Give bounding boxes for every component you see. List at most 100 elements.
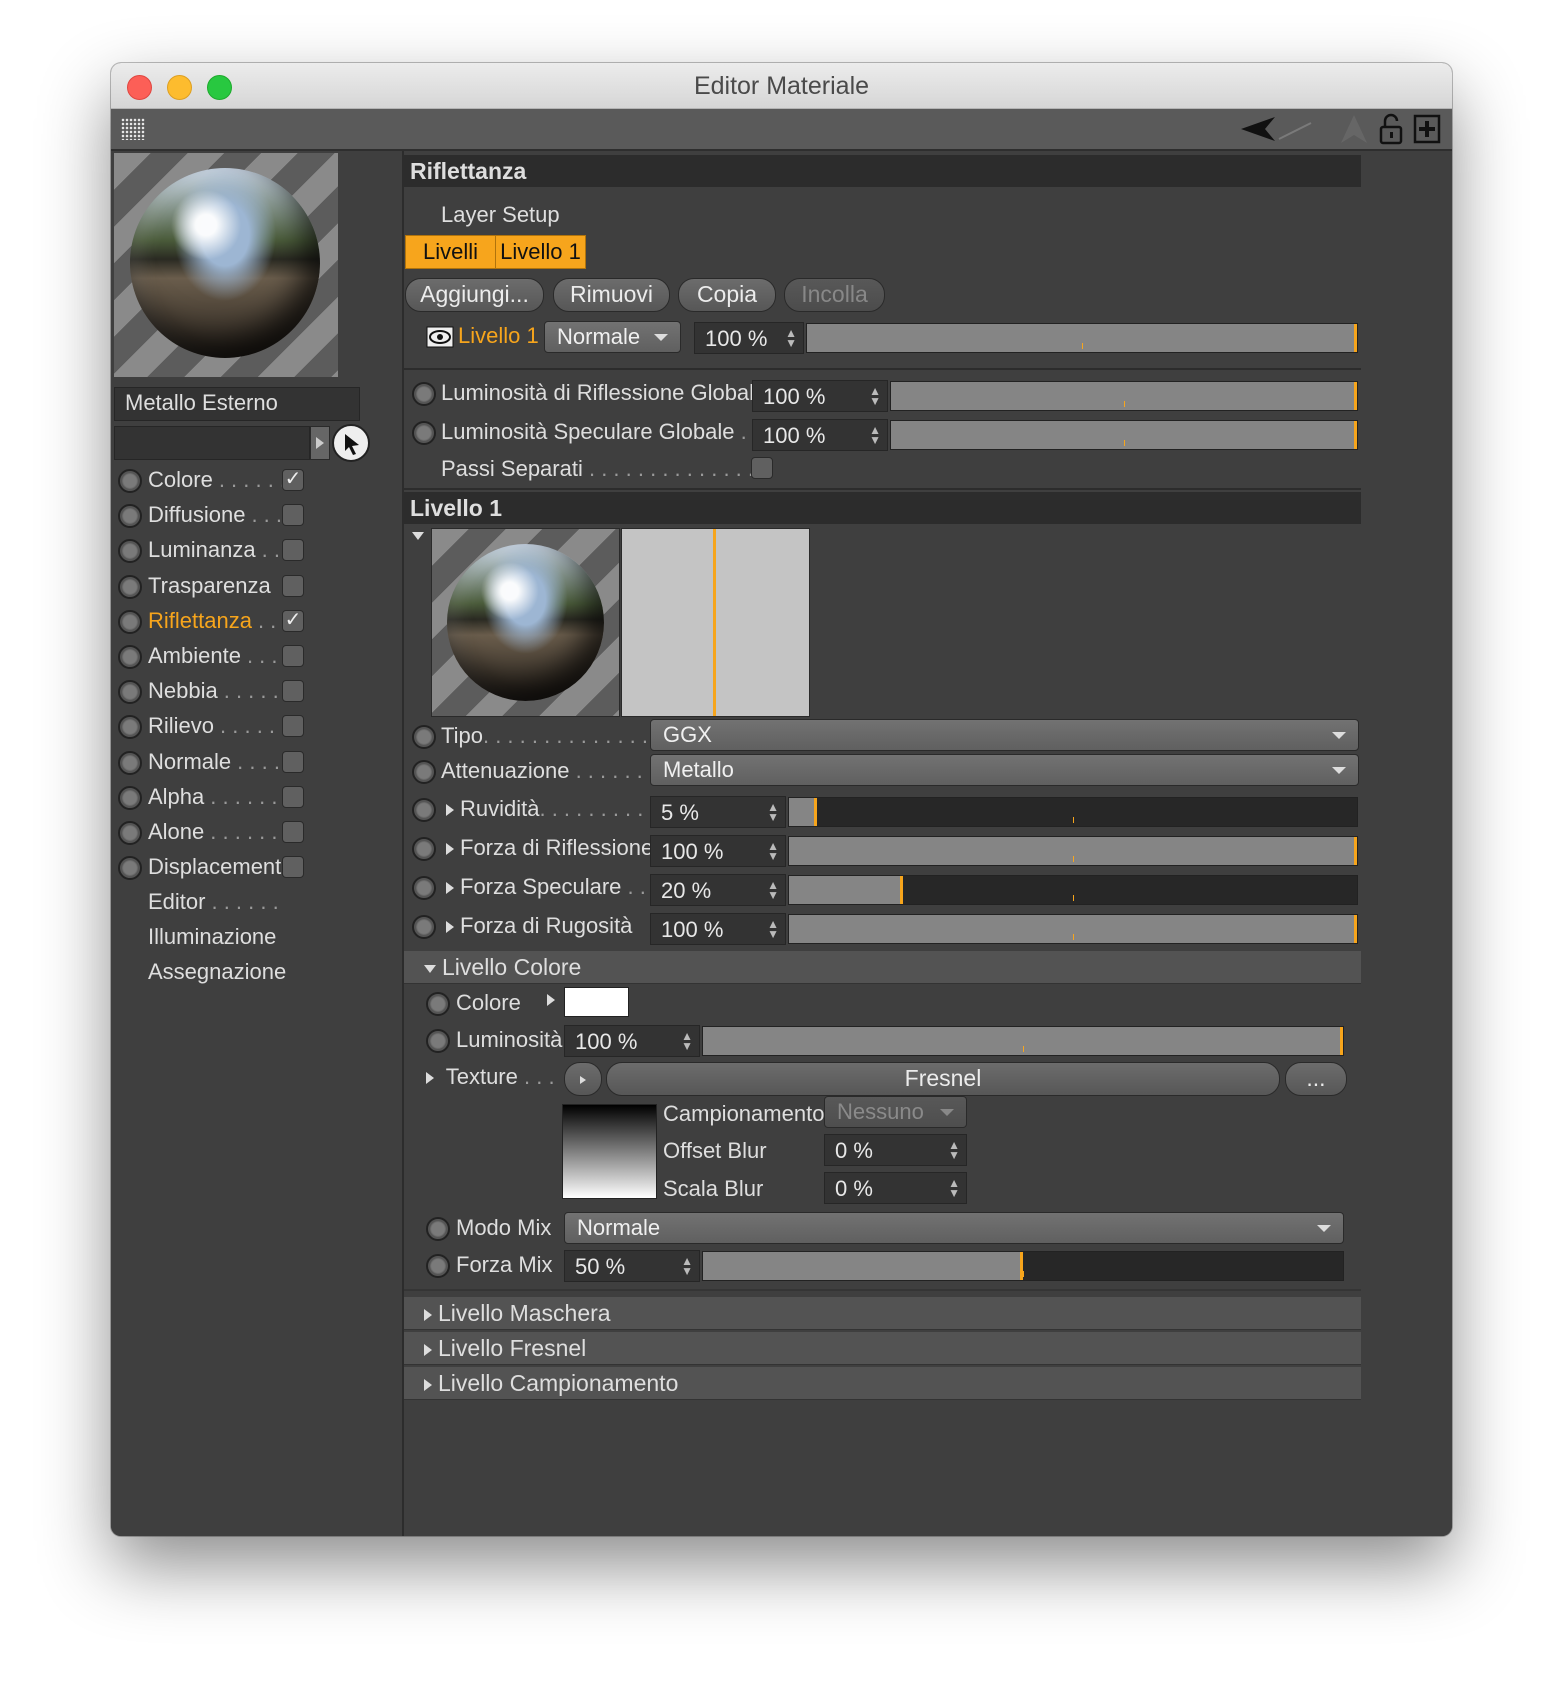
channel-radio[interactable] xyxy=(118,645,142,669)
sidebar-extra-item[interactable]: Assegnazione xyxy=(148,959,292,985)
sampling-dropdown[interactable]: Nessuno xyxy=(824,1096,967,1128)
channel-radio[interactable] xyxy=(118,821,142,845)
layer-opacity-slider[interactable] xyxy=(806,323,1358,353)
layer1-collapse-icon[interactable] xyxy=(412,532,424,540)
layer-name[interactable]: Livello 1 xyxy=(458,323,539,349)
channel-checkbox[interactable] xyxy=(282,680,304,703)
specular-strength-slider[interactable] xyxy=(788,875,1358,905)
channel-item[interactable]: Nebbia. . . . . xyxy=(148,678,279,704)
bump-strength-slider[interactable] xyxy=(788,914,1358,944)
color-layer-collapse-icon[interactable] xyxy=(424,964,436,973)
panel-grip-icon[interactable] xyxy=(121,118,145,140)
paste-layer-button[interactable]: Incolla xyxy=(784,278,885,312)
mix-strength-field[interactable]: 50 % ▲ ▼ xyxy=(564,1250,700,1282)
pick-cursor-icon[interactable] xyxy=(332,424,370,462)
blur-offset-field[interactable]: 0 % ▲ ▼ xyxy=(824,1134,967,1166)
slider-knob[interactable] xyxy=(1354,915,1357,943)
slider-knob[interactable] xyxy=(899,876,903,904)
channel-checkbox[interactable] xyxy=(282,750,304,773)
channel-item[interactable]: Alone. . . . . . xyxy=(148,819,278,845)
color-expand-icon[interactable] xyxy=(547,994,555,1006)
channel-checkbox[interactable]: ✓ xyxy=(282,469,304,491)
texture-expand-icon[interactable] xyxy=(426,1072,434,1085)
channel-radio[interactable] xyxy=(118,680,142,705)
global-specular-radio[interactable] xyxy=(412,421,436,445)
bump-strength-field[interactable]: 100 % ▲ ▼ xyxy=(650,913,786,945)
mix-strength-radio[interactable] xyxy=(426,1254,450,1278)
channel-checkbox[interactable] xyxy=(282,645,304,667)
reflection-strength-radio[interactable] xyxy=(412,837,436,861)
reflection-strength-field[interactable]: 100 % ▲ ▼ xyxy=(650,835,786,867)
material-name[interactable]: Metallo Esterno xyxy=(125,390,278,416)
channel-radio[interactable] xyxy=(118,856,142,881)
sidebar-extra-item[interactable]: Illuminazione xyxy=(148,924,282,950)
channel-item[interactable]: Ambiente. . . xyxy=(148,643,278,669)
mix-strength-slider[interactable] xyxy=(702,1251,1344,1281)
channel-radio[interactable] xyxy=(118,469,142,493)
collapsed-section[interactable]: Livello Fresnel xyxy=(404,1332,1361,1365)
channel-radio[interactable] xyxy=(118,715,142,740)
type-dropdown[interactable]: GGX xyxy=(650,719,1359,751)
channel-radio[interactable] xyxy=(118,504,142,529)
roughness-radio[interactable] xyxy=(412,798,436,822)
channel-radio[interactable] xyxy=(118,539,142,564)
expand-section-icon[interactable] xyxy=(424,1343,432,1356)
texture-menu-button[interactable] xyxy=(564,1062,602,1096)
channel-radio[interactable] xyxy=(118,574,142,599)
material-filter-field[interactable] xyxy=(114,426,310,460)
channel-item[interactable]: Normale. . . . xyxy=(148,749,280,775)
new-panel-icon[interactable] xyxy=(1412,113,1442,145)
reflection-strength-expand-icon[interactable] xyxy=(446,843,454,856)
texture-name-button[interactable]: Fresnel xyxy=(606,1062,1280,1096)
collapsed-section[interactable]: Livello Maschera xyxy=(404,1297,1361,1330)
filter-arrow-button[interactable] xyxy=(310,426,330,460)
channel-item[interactable]: Riflettanza. . xyxy=(148,608,276,634)
eye-visibility-icon[interactable] xyxy=(426,326,454,348)
channel-item[interactable]: Displacement xyxy=(148,854,287,880)
slider-knob[interactable] xyxy=(1020,1252,1023,1280)
tab-livelli[interactable]: Livelli xyxy=(405,235,496,269)
slider-knob[interactable] xyxy=(1354,421,1357,449)
brightness-slider[interactable] xyxy=(702,1026,1344,1056)
up-arrow-icon[interactable] xyxy=(1339,113,1369,145)
remove-layer-button[interactable]: Rimuovi xyxy=(553,278,670,312)
channel-checkbox[interactable] xyxy=(282,856,304,879)
slider-knob[interactable] xyxy=(1354,837,1357,865)
bump-strength-radio[interactable] xyxy=(412,915,436,939)
channel-checkbox[interactable] xyxy=(282,715,304,738)
lock-icon[interactable] xyxy=(1376,113,1406,145)
brightness-field[interactable]: 100 % ▲ ▼ xyxy=(564,1025,700,1057)
material-preview[interactable] xyxy=(114,153,338,377)
channel-item[interactable]: Rilievo. . . . . xyxy=(148,713,275,739)
blur-scale-field[interactable]: 0 % ▲ ▼ xyxy=(824,1172,967,1204)
slider-knob[interactable] xyxy=(1354,324,1357,352)
navigation-arrows-icon[interactable] xyxy=(1239,113,1319,145)
type-radio[interactable] xyxy=(412,725,436,749)
specular-strength-field[interactable]: 20 % ▲ ▼ xyxy=(650,874,786,906)
color-swatch[interactable] xyxy=(564,987,629,1017)
attenuation-dropdown[interactable]: Metallo xyxy=(650,754,1359,786)
tab-livello-1[interactable]: Livello 1 xyxy=(495,235,586,269)
global-reflection-radio[interactable] xyxy=(412,382,436,406)
channel-item[interactable]: Colore. . . . . . xyxy=(148,467,286,493)
bump-strength-expand-icon[interactable] xyxy=(446,921,454,934)
roughness-expand-icon[interactable] xyxy=(446,804,454,817)
texture-preview[interactable] xyxy=(562,1104,657,1199)
expand-section-icon[interactable] xyxy=(424,1378,432,1391)
copy-layer-button[interactable]: Copia xyxy=(678,278,776,312)
channel-checkbox[interactable] xyxy=(282,821,304,843)
add-layer-button[interactable]: Aggiungi... xyxy=(405,278,544,312)
mix-mode-dropdown[interactable]: Normale xyxy=(564,1212,1344,1244)
mix-mode-radio[interactable] xyxy=(426,1217,450,1241)
global-specular-field[interactable]: 100 % ▲ ▼ xyxy=(752,419,888,451)
global-specular-slider[interactable] xyxy=(890,420,1358,450)
brightness-radio[interactable] xyxy=(426,1029,450,1053)
channel-checkbox[interactable]: ✓ xyxy=(282,609,304,632)
texture-more-button[interactable]: ... xyxy=(1285,1062,1347,1096)
channel-item[interactable]: Alpha. . . . . . xyxy=(148,784,278,810)
channel-item[interactable]: Trasparenza xyxy=(148,573,277,599)
separate-passes-checkbox[interactable] xyxy=(751,457,773,479)
slider-knob[interactable] xyxy=(1340,1027,1343,1055)
specular-strength-expand-icon[interactable] xyxy=(446,882,454,895)
channel-checkbox[interactable] xyxy=(282,539,304,562)
